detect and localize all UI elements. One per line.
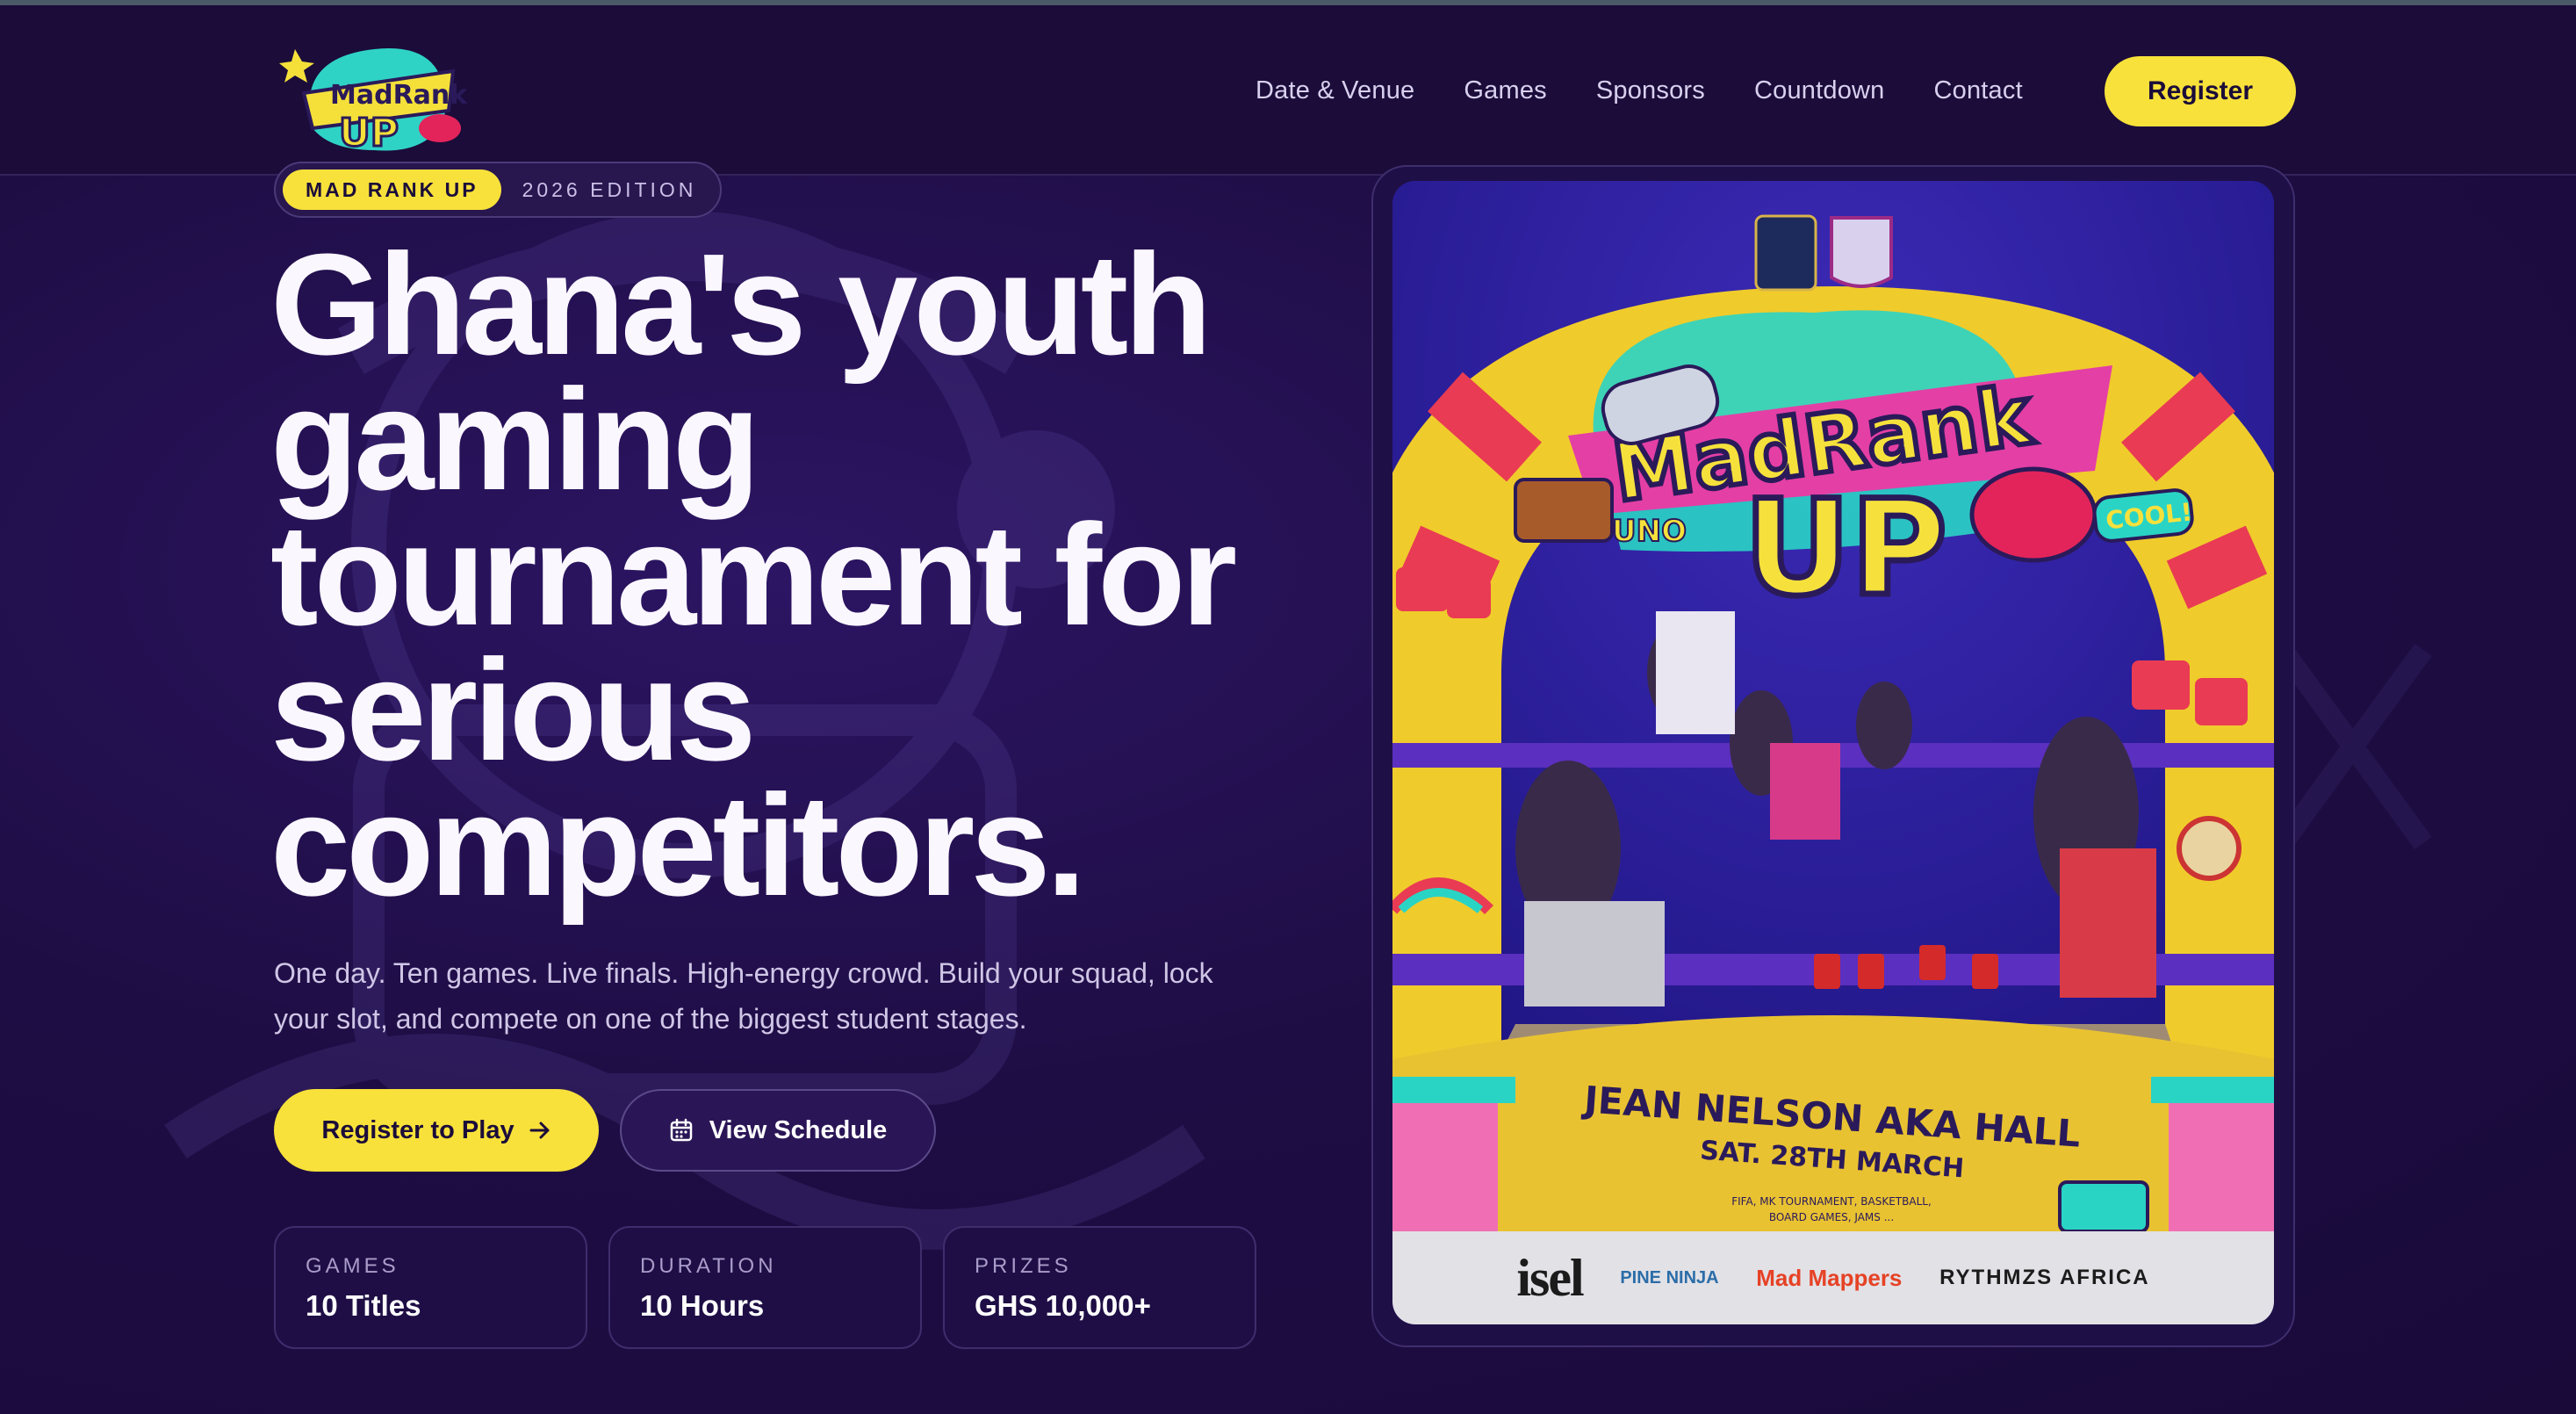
svg-text:MadRank: MadRank <box>330 80 468 111</box>
nav-links: Date & Venue Games Sponsors Countdown Co… <box>1256 5 2023 176</box>
heart-sticker-icon <box>2195 678 2248 725</box>
view-schedule-label: View Schedule <box>709 1115 888 1144</box>
heart-sticker-icon <box>2132 660 2190 710</box>
heart-sticker-icon <box>1447 578 1491 618</box>
edition-badge: MAD RANK UP 2026 EDITION <box>274 162 722 218</box>
nav-link-contact[interactable]: Contact <box>1934 76 2023 105</box>
event-poster: MadRank UP UNO COOL! JEAN NELSON AKA HAL… <box>1392 181 2274 1324</box>
poster-logo-up: UP <box>1744 473 1947 625</box>
register-to-play-button[interactable]: Register to Play <box>274 1089 599 1172</box>
stat-label: GAMES <box>306 1254 399 1278</box>
hero-subtitle: One day. Ten games. Live finals. High-en… <box>274 957 1213 1035</box>
sponsor-strip: isel PINE NINJA Mad Mappers RYTHMZS AFRI… <box>1392 1231 2274 1324</box>
nav-link-sponsors[interactable]: Sponsors <box>1596 76 1705 105</box>
stat-card-games: GAMES 10 Titles <box>274 1226 587 1349</box>
ball-sticker-icon <box>2177 816 2241 881</box>
edition-tag: MAD RANK UP <box>283 170 501 210</box>
svg-text:UP: UP <box>339 111 399 155</box>
nav-link-games[interactable]: Games <box>1464 76 1546 105</box>
madrank-logo[interactable]: MadRank UP <box>277 23 471 163</box>
stat-label: DURATION <box>640 1254 777 1278</box>
stat-value: GHS 10,000+ <box>975 1289 1151 1322</box>
nav-link-countdown[interactable]: Countdown <box>1754 76 1885 105</box>
calendar-icon <box>670 1118 692 1142</box>
poster-events: FIFA, MK TOURNAMENT, BASKETBALL, <box>1731 1195 1932 1208</box>
register-to-play-label: Register to Play <box>321 1115 514 1144</box>
edition-year: 2026 EDITION <box>522 177 697 201</box>
stat-value: 10 Titles <box>306 1289 421 1322</box>
stats-row: GAMES 10 Titles DURATION 10 Hours PRIZES… <box>274 1226 1256 1349</box>
hero-title: Ghana's youth gaming tournament for seri… <box>270 224 1237 926</box>
poster-logo-uno: UNO <box>1612 514 1687 549</box>
nav-register-button[interactable]: Register <box>2105 56 2296 126</box>
poster-events-2: BOARD GAMES, JAMS ... <box>1769 1211 1894 1223</box>
stat-card-prizes: PRIZES GHS 10,000+ <box>943 1226 1256 1349</box>
crest-icon <box>1830 216 1893 288</box>
boombox-icon <box>1514 478 1614 543</box>
stat-card-duration: DURATION 10 Hours <box>608 1226 922 1349</box>
top-navigation-bar: MadRank UP Date & Venue Games Sponsors C… <box>0 5 2576 176</box>
sponsor-mad-mappers-logo: Mad Mappers <box>1756 1264 1903 1291</box>
sponsor-pine-ninja-logo: PINE NINJA <box>1620 1268 1719 1288</box>
heart-sticker-icon <box>1396 567 1449 611</box>
stat-value: 10 Hours <box>640 1289 765 1322</box>
poster-artwork: MadRank UP UNO COOL! JEAN NELSON AKA HAL… <box>1392 181 2274 1231</box>
view-schedule-button[interactable]: View Schedule <box>620 1089 936 1172</box>
sponsor-isel-logo: isel <box>1516 1248 1584 1307</box>
arrow-right-icon <box>529 1122 550 1139</box>
sponsor-rythmzs-africa-logo: RYTHMZS AFRICA <box>1939 1266 2150 1289</box>
cassette-icon <box>2058 1180 2149 1231</box>
crest-icon <box>1754 214 1817 292</box>
stat-label: PRIZES <box>975 1254 1072 1278</box>
nav-link-date-venue[interactable]: Date & Venue <box>1256 76 1414 105</box>
